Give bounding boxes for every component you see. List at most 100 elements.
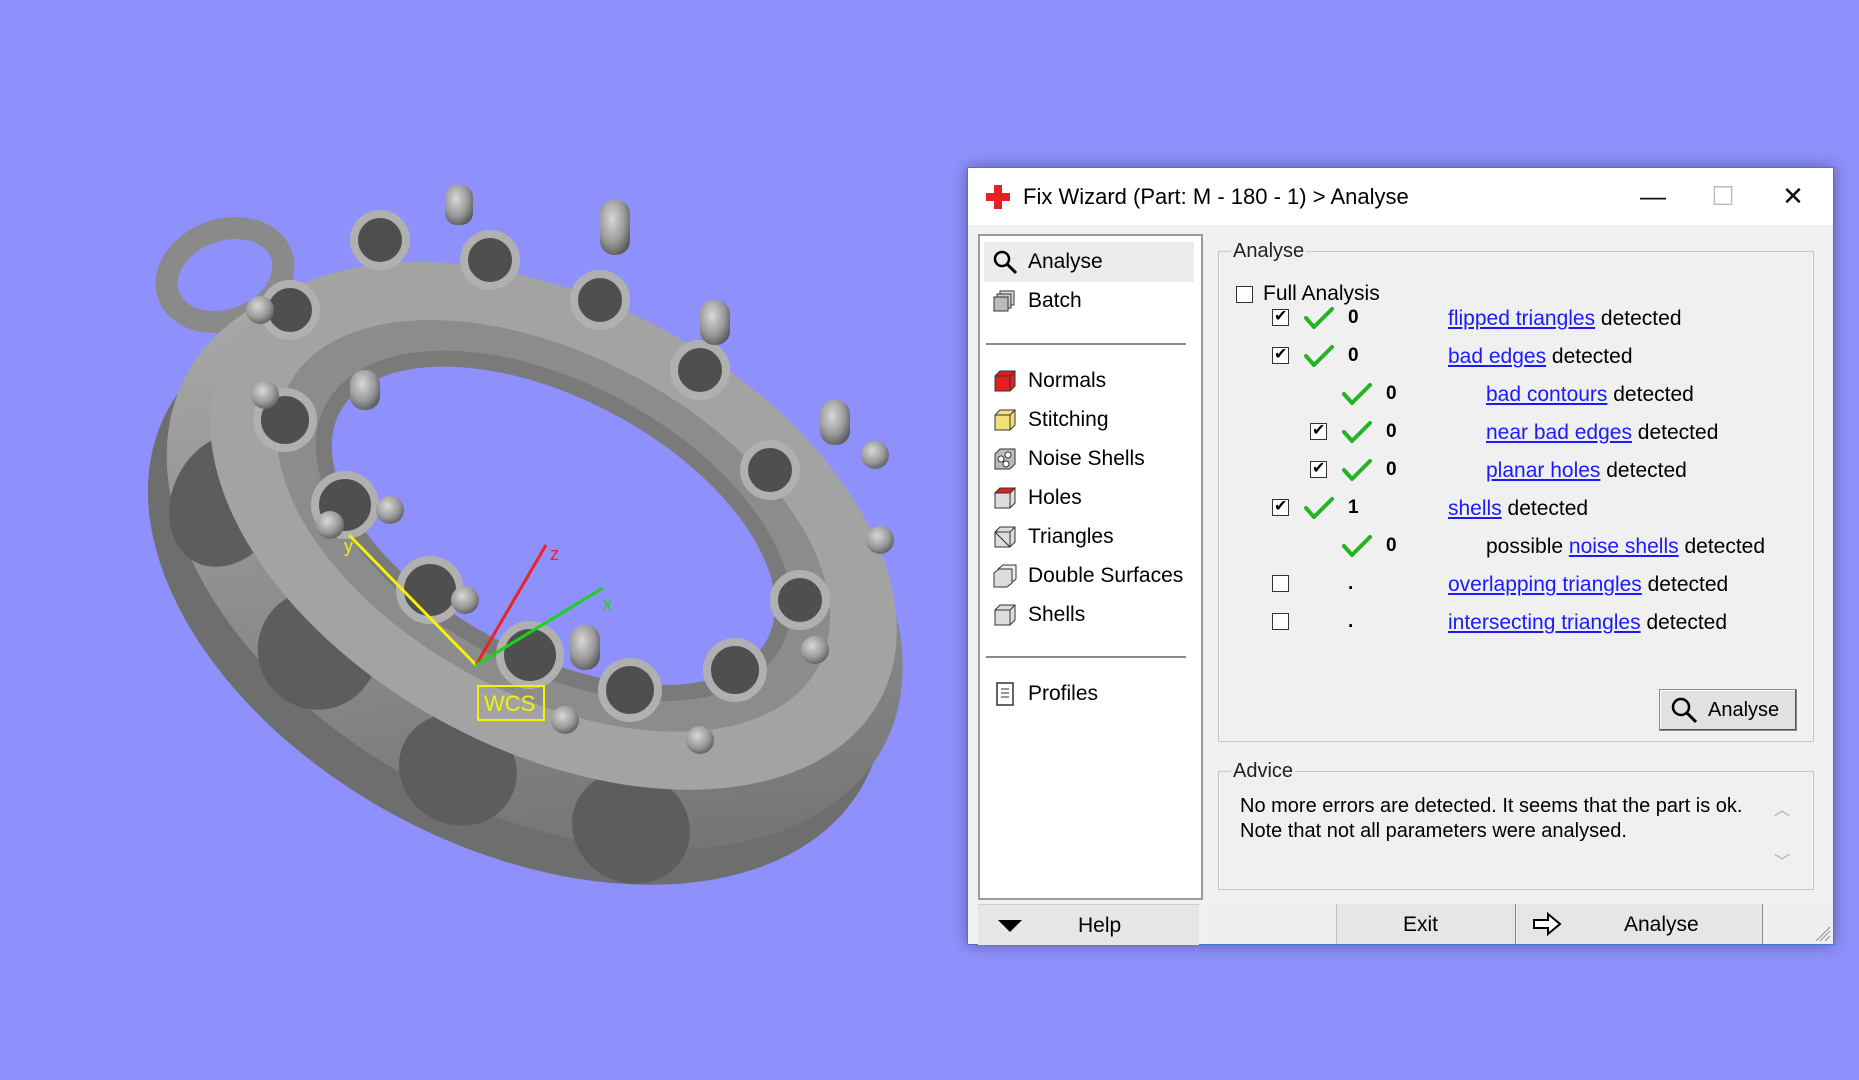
- help-button-label: Help: [1078, 914, 1122, 937]
- scroll-up-arrow-icon[interactable]: ︿: [1774, 796, 1790, 820]
- green-check-icon: [1304, 345, 1334, 367]
- detect-link[interactable]: bad edges: [1448, 345, 1546, 368]
- triangles-cube-icon: [990, 522, 1020, 552]
- detect-link[interactable]: planar holes: [1486, 459, 1600, 482]
- detect-checkbox[interactable]: [1310, 458, 1327, 478]
- minimize-button[interactable]: —: [1618, 168, 1688, 225]
- double-surfaces-icon: [990, 561, 1020, 591]
- nav-label: Triangles: [1028, 525, 1114, 548]
- magnifier-icon: [990, 247, 1020, 277]
- advice-text: No more errors are detected. It seems th…: [1240, 795, 1743, 842]
- exit-button[interactable]: Exit: [1336, 904, 1516, 944]
- detect-link[interactable]: flipped triangles: [1448, 307, 1595, 330]
- detect-row-text: overlapping triangles detected: [1448, 573, 1728, 597]
- detect-row-text: intersecting triangles detected: [1448, 611, 1727, 635]
- red-cross-icon: [986, 185, 1010, 209]
- nav-stitching[interactable]: Stitching: [984, 400, 1194, 440]
- detect-row-text: shells detected: [1448, 497, 1588, 521]
- detect-count: .: [1348, 611, 1354, 632]
- scroll-down-arrow-icon[interactable]: ﹀: [1774, 848, 1790, 872]
- detected-word: detected: [1640, 611, 1728, 634]
- detect-checkbox[interactable]: [1310, 420, 1327, 440]
- green-check-icon: [1342, 535, 1372, 557]
- magnifier-icon: [1671, 697, 1698, 724]
- green-check-icon: [1304, 497, 1334, 519]
- detect-count: 0: [1386, 383, 1397, 404]
- full-analysis-label: Full Analysis: [1263, 282, 1380, 305]
- window-title: Fix Wizard (Part: M - 180 - 1) > Analyse: [1023, 184, 1409, 209]
- next-analyse-button[interactable]: Analyse: [1517, 904, 1763, 944]
- advice-group-label: Advice: [1233, 760, 1294, 782]
- exit-button-label: Exit: [1403, 913, 1439, 936]
- detected-word: detected: [1678, 535, 1766, 558]
- analyse-button[interactable]: Analyse: [1659, 689, 1797, 731]
- nav-profiles[interactable]: Profiles: [984, 674, 1194, 714]
- nav-analyse[interactable]: Analyse: [984, 242, 1194, 282]
- detect-link[interactable]: intersecting triangles: [1448, 611, 1641, 634]
- noise-shells-icon: [990, 444, 1020, 474]
- detect-count: 0: [1386, 421, 1397, 442]
- detected-word: detected: [1631, 421, 1719, 444]
- ring-body: [147, 261, 903, 885]
- stitching-cube-icon: [990, 405, 1020, 435]
- normals-cube-icon: [990, 366, 1020, 396]
- sidebar-divider: [986, 656, 1186, 658]
- wizard-sidebar: Analyse Batch Normals Stitching Noise Sh…: [978, 234, 1203, 900]
- detect-link[interactable]: near bad edges: [1486, 421, 1632, 444]
- triangle-down-icon: [998, 920, 1022, 932]
- close-button[interactable]: ✕: [1758, 168, 1828, 225]
- full-analysis-checkbox[interactable]: [1236, 285, 1253, 303]
- nav-triangles[interactable]: Triangles: [984, 517, 1194, 557]
- nav-label: Shells: [1028, 603, 1086, 626]
- arrow-right-icon: [1533, 912, 1562, 936]
- nav-batch[interactable]: Batch: [984, 281, 1194, 321]
- detect-link[interactable]: bad contours: [1486, 383, 1607, 406]
- analyse-button-label: Analyse: [1708, 699, 1780, 721]
- nav-label: Analyse: [1028, 250, 1103, 273]
- nav-label: Profiles: [1028, 682, 1099, 705]
- profiles-icon: [990, 679, 1020, 709]
- nav-label: Normals: [1028, 369, 1107, 392]
- detect-link[interactable]: noise shells: [1569, 535, 1679, 558]
- title-bar[interactable]: Fix Wizard (Part: M - 180 - 1) > Analyse…: [968, 168, 1833, 225]
- green-check-icon: [1342, 383, 1372, 405]
- green-check-icon: [1342, 421, 1372, 443]
- nav-noise-shells[interactable]: Noise Shells: [984, 439, 1194, 479]
- maximize-button[interactable]: ☐: [1688, 168, 1758, 225]
- detected-word: detected: [1641, 573, 1729, 596]
- nav-normals[interactable]: Normals: [984, 361, 1194, 401]
- nav-double-surfaces[interactable]: Double Surfaces: [984, 556, 1194, 596]
- analyse-group-label: Analyse: [1233, 240, 1305, 262]
- detect-checkbox[interactable]: [1272, 496, 1289, 516]
- detect-checkbox[interactable]: [1272, 613, 1289, 630]
- detect-row-text: flipped triangles detected: [1448, 307, 1682, 331]
- ring-model: y z x WCS: [147, 185, 903, 885]
- detect-row-text: bad contours detected: [1486, 383, 1694, 407]
- detect-count: 0: [1348, 345, 1359, 366]
- possible-word: possible: [1486, 535, 1569, 558]
- detect-checkbox[interactable]: [1272, 575, 1289, 592]
- full-analysis-option[interactable]: Full Analysis: [1236, 279, 1380, 309]
- detect-row-text: planar holes detected: [1486, 459, 1687, 483]
- shells-cube-icon: [990, 600, 1020, 630]
- green-check-icon: [1342, 459, 1372, 481]
- nav-shells[interactable]: Shells: [984, 595, 1194, 635]
- help-button[interactable]: Help: [978, 904, 1199, 945]
- nav-holes[interactable]: Holes: [984, 478, 1194, 518]
- detect-link[interactable]: shells: [1448, 497, 1502, 520]
- detected-word: detected: [1607, 383, 1694, 406]
- detect-checkbox[interactable]: [1272, 344, 1289, 364]
- detect-count: .: [1348, 573, 1354, 594]
- detect-count: 0: [1386, 459, 1397, 480]
- green-check-icon: [1304, 307, 1334, 329]
- detect-count: 1: [1348, 497, 1359, 518]
- detect-link[interactable]: overlapping triangles: [1448, 573, 1642, 596]
- nav-label: Batch: [1028, 289, 1082, 312]
- sidebar-divider: [986, 343, 1186, 345]
- detected-word: detected: [1600, 459, 1687, 482]
- axis-x-label: x: [603, 594, 612, 614]
- detect-row-text: bad edges detected: [1448, 345, 1633, 369]
- nav-label: Double Surfaces: [1028, 564, 1184, 587]
- resize-grip-icon[interactable]: [1815, 926, 1831, 942]
- detect-checkbox[interactable]: [1272, 306, 1289, 326]
